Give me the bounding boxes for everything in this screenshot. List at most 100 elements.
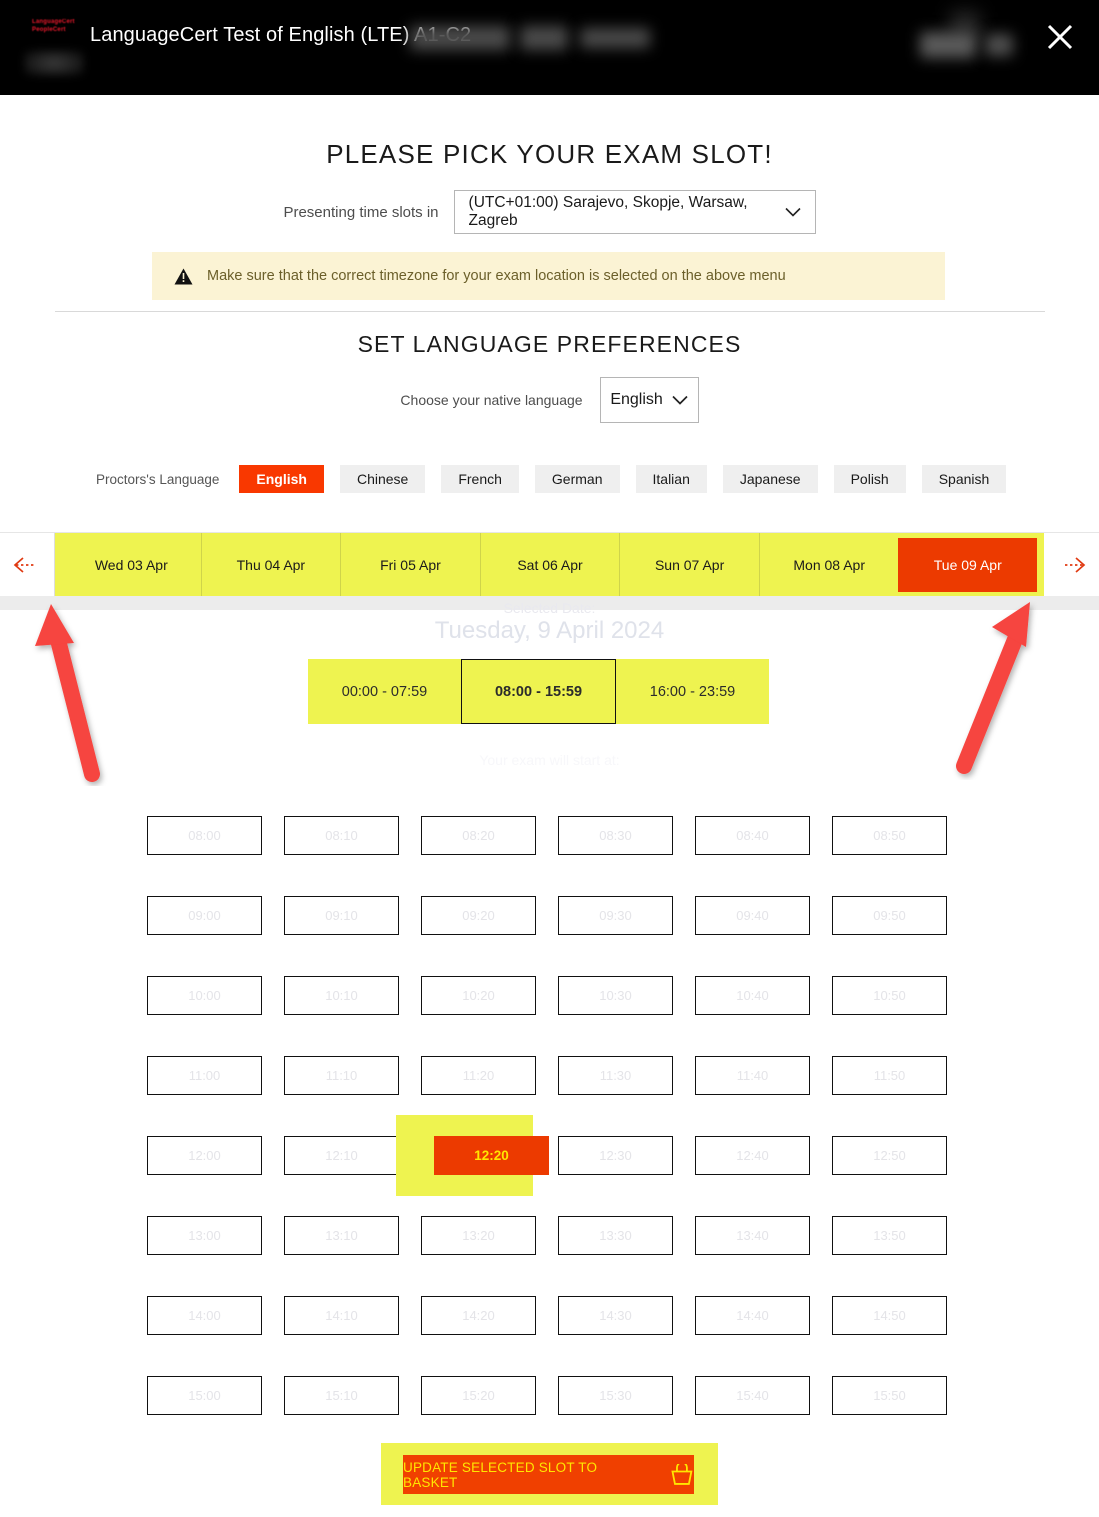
slot-1420[interactable]: 14:20 — [421, 1296, 536, 1335]
slot-1250[interactable]: 12:50 — [832, 1136, 947, 1175]
slot-1120[interactable]: 11:20 — [421, 1056, 536, 1095]
slot-1500[interactable]: 15:00 — [147, 1376, 262, 1415]
slot-1510[interactable]: 15:10 — [284, 1376, 399, 1415]
date-strip: Wed 03 Apr Thu 04 Apr Fri 05 Apr Sat 06 … — [0, 532, 1099, 597]
slot-1520[interactable]: 15:20 — [421, 1376, 536, 1415]
redacted-candidate-name — [410, 26, 510, 50]
slot-1440[interactable]: 14:40 — [695, 1296, 810, 1335]
proctor-lang-japanese[interactable]: Japanese — [722, 465, 818, 493]
time-slot-grid: 08:00 08:10 08:20 08:30 08:40 08:50 09:0… — [147, 816, 952, 1415]
slot-0940[interactable]: 09:40 — [695, 896, 810, 935]
proctor-lang-chinese[interactable]: Chinese — [339, 465, 426, 493]
slot-1320[interactable]: 13:20 — [421, 1216, 536, 1255]
redacted-top-right-a — [920, 32, 976, 58]
slot-1340[interactable]: 13:40 — [695, 1216, 810, 1255]
timezone-select[interactable]: (UTC+01:00) Sarajevo, Skopje, Warsaw, Za… — [453, 190, 816, 234]
slot-1200[interactable]: 12:00 — [147, 1136, 262, 1175]
slot-1550[interactable]: 15:50 — [832, 1376, 947, 1415]
slot-0920[interactable]: 09:20 — [421, 896, 536, 935]
slot-1530[interactable]: 15:30 — [558, 1376, 673, 1415]
section-divider — [55, 311, 1045, 312]
page-title: PLEASE PICK YOUR EXAM SLOT! — [326, 139, 773, 169]
date-item-fri-05-apr[interactable]: Fri 05 Apr — [340, 533, 480, 597]
slot-0900[interactable]: 09:00 — [147, 896, 262, 935]
proctor-lang-french[interactable]: French — [441, 465, 519, 493]
logo-line-2: PeopleCert — [32, 27, 66, 33]
close-icon[interactable] — [1043, 20, 1077, 54]
chevron-down-icon — [784, 207, 801, 217]
basket-button-label: UPDATE SELECTED SLOT TO BASKET — [403, 1459, 598, 1490]
previous-dates-arrow-icon[interactable] — [0, 533, 55, 597]
native-language-value: English — [610, 391, 663, 408]
slot-1310[interactable]: 13:10 — [284, 1216, 399, 1255]
slot-1150[interactable]: 11:50 — [832, 1056, 947, 1095]
slot-1240[interactable]: 12:40 — [695, 1136, 810, 1175]
native-language-label: Choose your native language — [400, 392, 583, 408]
slot-1300[interactable]: 13:00 — [147, 1216, 262, 1255]
update-selected-slot-to-basket-button[interactable]: UPDATE SELECTED SLOT TO BASKET — [403, 1455, 694, 1494]
proctor-lang-english[interactable]: English — [239, 465, 324, 493]
date-item-wed-03-apr[interactable]: Wed 03 Apr — [62, 533, 201, 597]
native-language-select[interactable]: English — [599, 377, 699, 423]
slot-1220-selected[interactable]: 12:20 — [396, 1115, 549, 1196]
native-language-row: Choose your native language English — [0, 377, 1099, 423]
slot-1330[interactable]: 13:30 — [558, 1216, 673, 1255]
slot-1130[interactable]: 11:30 — [558, 1056, 673, 1095]
slot-0930[interactable]: 09:30 — [558, 896, 673, 935]
redacted-top-right-b — [985, 34, 1013, 56]
slot-0910[interactable]: 09:10 — [284, 896, 399, 935]
selected-date-value: Tuesday, 9 April 2024 — [434, 617, 665, 644]
timezone-selected-value: (UTC+01:00) Sarajevo, Skopje, Warsaw, Za… — [468, 194, 748, 229]
slot-1430[interactable]: 14:30 — [558, 1296, 673, 1335]
slot-1010[interactable]: 10:10 — [284, 976, 399, 1015]
timezone-warning-banner: Make sure that the correct timezone for … — [152, 252, 945, 300]
date-item-sat-06-apr[interactable]: Sat 06 Apr — [479, 533, 620, 597]
proctor-lang-spanish[interactable]: Spanish — [921, 465, 1007, 493]
slot-1230[interactable]: 12:30 — [558, 1136, 673, 1175]
proctor-lang-german[interactable]: German — [534, 465, 620, 493]
slot-1040[interactable]: 10:40 — [695, 976, 810, 1015]
date-item-sun-07-apr[interactable]: Sun 07 Apr — [619, 533, 759, 597]
slot-1000[interactable]: 10:00 — [147, 976, 262, 1015]
selected-slot-value[interactable]: 12:20 — [434, 1136, 549, 1175]
slot-0840[interactable]: 08:40 — [695, 816, 810, 855]
next-dates-arrow-icon[interactable] — [1044, 533, 1099, 597]
slot-1020[interactable]: 10:20 — [421, 976, 536, 1015]
date-item-thu-04-apr[interactable]: Thu 04 Apr — [200, 533, 341, 597]
time-range-tab-night[interactable]: 00:00 - 07:59 — [308, 659, 461, 724]
warning-triangle-icon — [174, 268, 193, 284]
slot-1410[interactable]: 14:10 — [284, 1296, 399, 1335]
slot-1050[interactable]: 10:50 — [832, 976, 947, 1015]
timezone-label: Presenting time slots in — [283, 203, 439, 221]
slot-1110[interactable]: 11:10 — [284, 1056, 399, 1095]
slot-1030[interactable]: 10:30 — [558, 976, 673, 1015]
slot-0850[interactable]: 08:50 — [832, 816, 947, 855]
shopping-basket-icon — [671, 1463, 693, 1485]
slot-1350[interactable]: 13:50 — [832, 1216, 947, 1255]
slot-0800[interactable]: 08:00 — [147, 816, 262, 855]
slot-1100[interactable]: 11:00 — [147, 1056, 262, 1095]
date-item-mon-08-apr[interactable]: Mon 08 Apr — [758, 533, 899, 597]
redacted-candidate-extra — [580, 28, 650, 48]
slot-0830[interactable]: 08:30 — [558, 816, 673, 855]
slot-1450[interactable]: 14:50 — [832, 1296, 947, 1335]
date-list: Wed 03 Apr Thu 04 Apr Fri 05 Apr Sat 06 … — [62, 533, 1038, 597]
time-range-tab-evening[interactable]: 16:00 - 23:59 — [616, 659, 769, 724]
slot-1210[interactable]: 12:10 — [284, 1136, 399, 1175]
proctor-lang-polish[interactable]: Polish — [833, 465, 906, 493]
proctor-lang-italian[interactable]: Italian — [635, 465, 707, 493]
slot-1140[interactable]: 11:40 — [695, 1056, 810, 1095]
slot-0810[interactable]: 08:10 — [284, 816, 399, 855]
slot-0820[interactable]: 08:20 — [421, 816, 536, 855]
proctor-language-row: Proctors's Language English Chinese Fren… — [96, 465, 1022, 493]
redacted-candidate-detail — [520, 26, 568, 50]
date-item-tue-09-apr[interactable]: Tue 09 Apr — [898, 538, 1038, 592]
arrow-right-dashed-icon — [1064, 557, 1085, 573]
time-range-tab-morning[interactable]: 08:00 - 15:59 — [461, 659, 616, 724]
slot-1540[interactable]: 15:40 — [695, 1376, 810, 1415]
slot-0950[interactable]: 09:50 — [832, 896, 947, 935]
chevron-down-icon — [672, 395, 688, 405]
top-bar-right — [716, 0, 1099, 95]
timezone-warning-text: Make sure that the correct timezone for … — [207, 268, 786, 284]
slot-1400[interactable]: 14:00 — [147, 1296, 262, 1335]
